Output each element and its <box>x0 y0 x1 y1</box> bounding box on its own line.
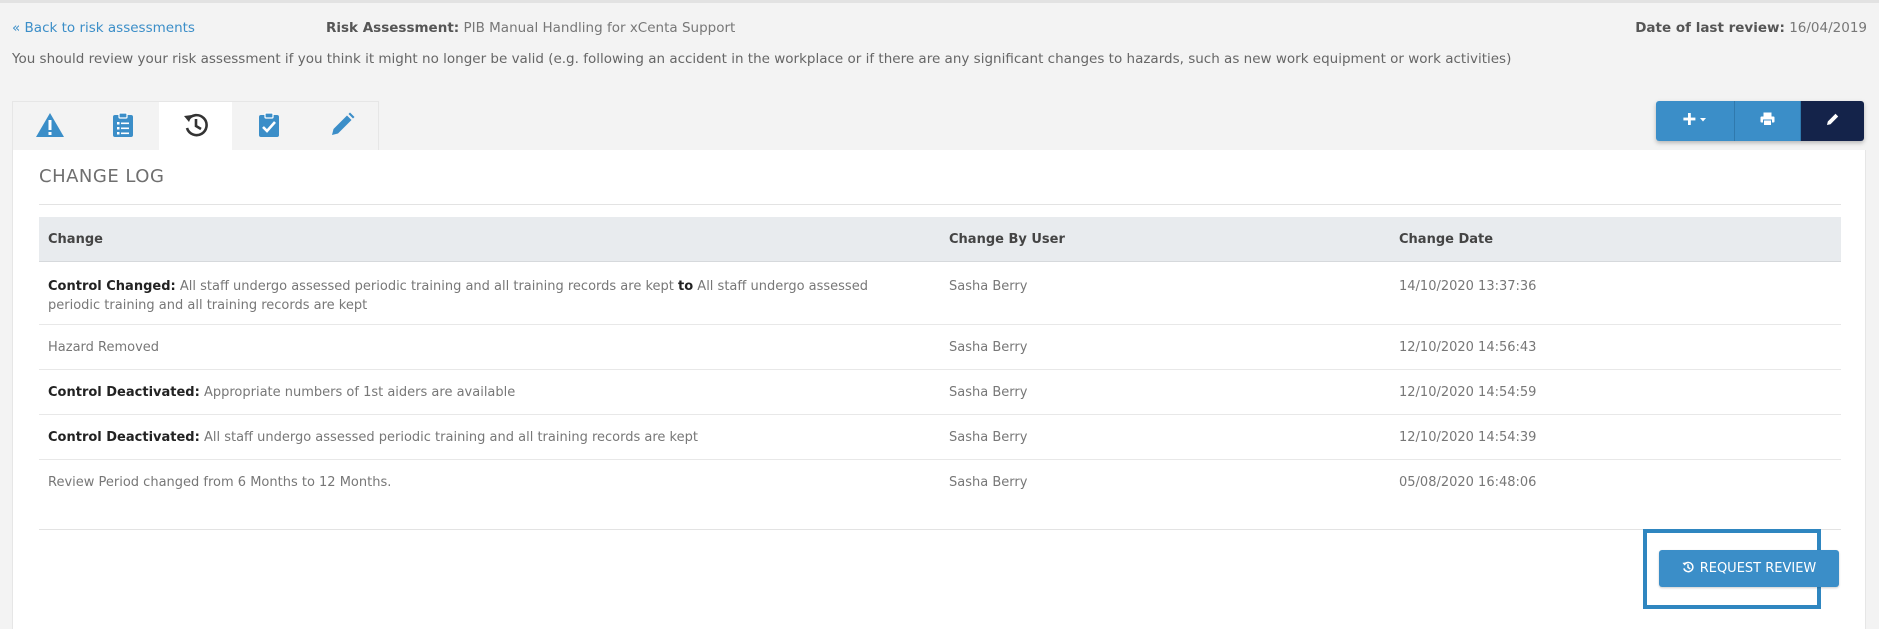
back-to-risk-assessments-link[interactable]: « Back to risk assessments <box>12 20 195 36</box>
risk-assessment-label: Risk Assessment: <box>326 20 460 36</box>
pencil-icon <box>329 112 355 142</box>
print-icon <box>1760 112 1775 130</box>
change-log-table: Change Change By User Change Date Contro… <box>39 217 1841 505</box>
change-cell: Hazard Removed <box>39 338 940 357</box>
last-review-label: Date of last review: <box>1635 20 1785 36</box>
change-cell: Control Deactivated: All staff undergo a… <box>39 428 940 447</box>
date-cell: 12/10/2020 14:56:43 <box>1399 340 1537 355</box>
change-connector: to <box>678 279 694 294</box>
action-button-group <box>1656 101 1864 141</box>
tab-actions[interactable] <box>232 102 305 152</box>
user-cell: Sasha Berry <box>949 475 1028 490</box>
change-text: Hazard Removed <box>48 340 160 355</box>
change-log-panel: CHANGE LOG Change Change By User Change … <box>12 150 1866 629</box>
date-cell: 12/10/2020 14:54:59 <box>1399 385 1537 400</box>
tab-hazards[interactable] <box>13 102 86 152</box>
table-row: Control Changed: All staff undergo asses… <box>39 262 1841 325</box>
panel-title: CHANGE LOG <box>39 166 165 187</box>
date-cell: 05/08/2020 16:48:06 <box>1399 475 1537 490</box>
history-icon <box>183 112 209 142</box>
review-notice: You should review your risk assessment i… <box>12 51 1512 67</box>
print-button[interactable] <box>1735 101 1801 141</box>
change-cell: Control Changed: All staff undergo asses… <box>39 277 940 315</box>
change-cell: Review Period changed from 6 Months to 1… <box>39 473 940 492</box>
change-text: Review Period changed from 6 Months to 1… <box>48 475 392 490</box>
tab-sign-off[interactable] <box>305 102 378 152</box>
page-header: « Back to risk assessments Risk Assessme… <box>12 20 1867 40</box>
tab-change-log[interactable] <box>159 102 232 152</box>
table-row: Review Period changed from 6 Months to 1… <box>39 460 1841 505</box>
change-text: Appropriate numbers of 1st aiders are av… <box>203 385 516 400</box>
user-cell: Sasha Berry <box>949 340 1028 355</box>
plus-icon <box>1683 112 1707 130</box>
pencil-icon <box>1826 112 1840 130</box>
title-divider <box>39 204 1841 205</box>
user-cell: Sasha Berry <box>949 279 1028 294</box>
column-header-user: Change By User <box>949 231 1065 247</box>
change-text: All staff undergo assessed periodic trai… <box>203 430 698 445</box>
table-row: Control Deactivated: Appropriate numbers… <box>39 370 1841 415</box>
change-cell: Control Deactivated: Appropriate numbers… <box>39 383 940 402</box>
date-cell: 12/10/2020 14:54:39 <box>1399 430 1537 445</box>
tab-controls[interactable] <box>86 102 159 152</box>
clipboard-list-icon <box>112 112 134 142</box>
risk-assessment-title: Risk Assessment: PIB Manual Handling for… <box>326 20 735 36</box>
risk-assessment-name: PIB Manual Handling for xCenta Support <box>463 20 736 36</box>
warning-icon <box>35 112 65 142</box>
section-tabs <box>12 101 379 152</box>
change-type-label: Control Changed: <box>48 279 176 294</box>
user-cell: Sasha Berry <box>949 430 1028 445</box>
change-type-label: Control Deactivated: <box>48 385 200 400</box>
table-footer-divider <box>39 529 1841 530</box>
column-header-date: Change Date <box>1399 231 1494 247</box>
change-type-label: Control Deactivated: <box>48 430 200 445</box>
last-review-value: 16/04/2019 <box>1789 20 1867 36</box>
table-row: Control Deactivated: All staff undergo a… <box>39 415 1841 460</box>
column-header-change: Change <box>48 231 103 247</box>
table-header: Change Change By User Change Date <box>39 217 1841 262</box>
last-review-date: Date of last review: 16/04/2019 <box>1635 20 1867 36</box>
clipboard-check-icon <box>258 112 280 142</box>
request-review-button[interactable]: REQUEST REVIEW <box>1659 550 1839 587</box>
request-review-label: REQUEST REVIEW <box>1699 561 1817 576</box>
history-icon <box>1682 561 1694 577</box>
table-row: Hazard Removed Sasha Berry 12/10/2020 14… <box>39 325 1841 370</box>
edit-button[interactable] <box>1801 101 1864 141</box>
date-cell: 14/10/2020 13:37:36 <box>1399 279 1537 294</box>
add-dropdown-button[interactable] <box>1656 101 1735 141</box>
top-border <box>0 0 1879 3</box>
user-cell: Sasha Berry <box>949 385 1028 400</box>
change-text: All staff undergo assessed periodic trai… <box>179 279 674 294</box>
